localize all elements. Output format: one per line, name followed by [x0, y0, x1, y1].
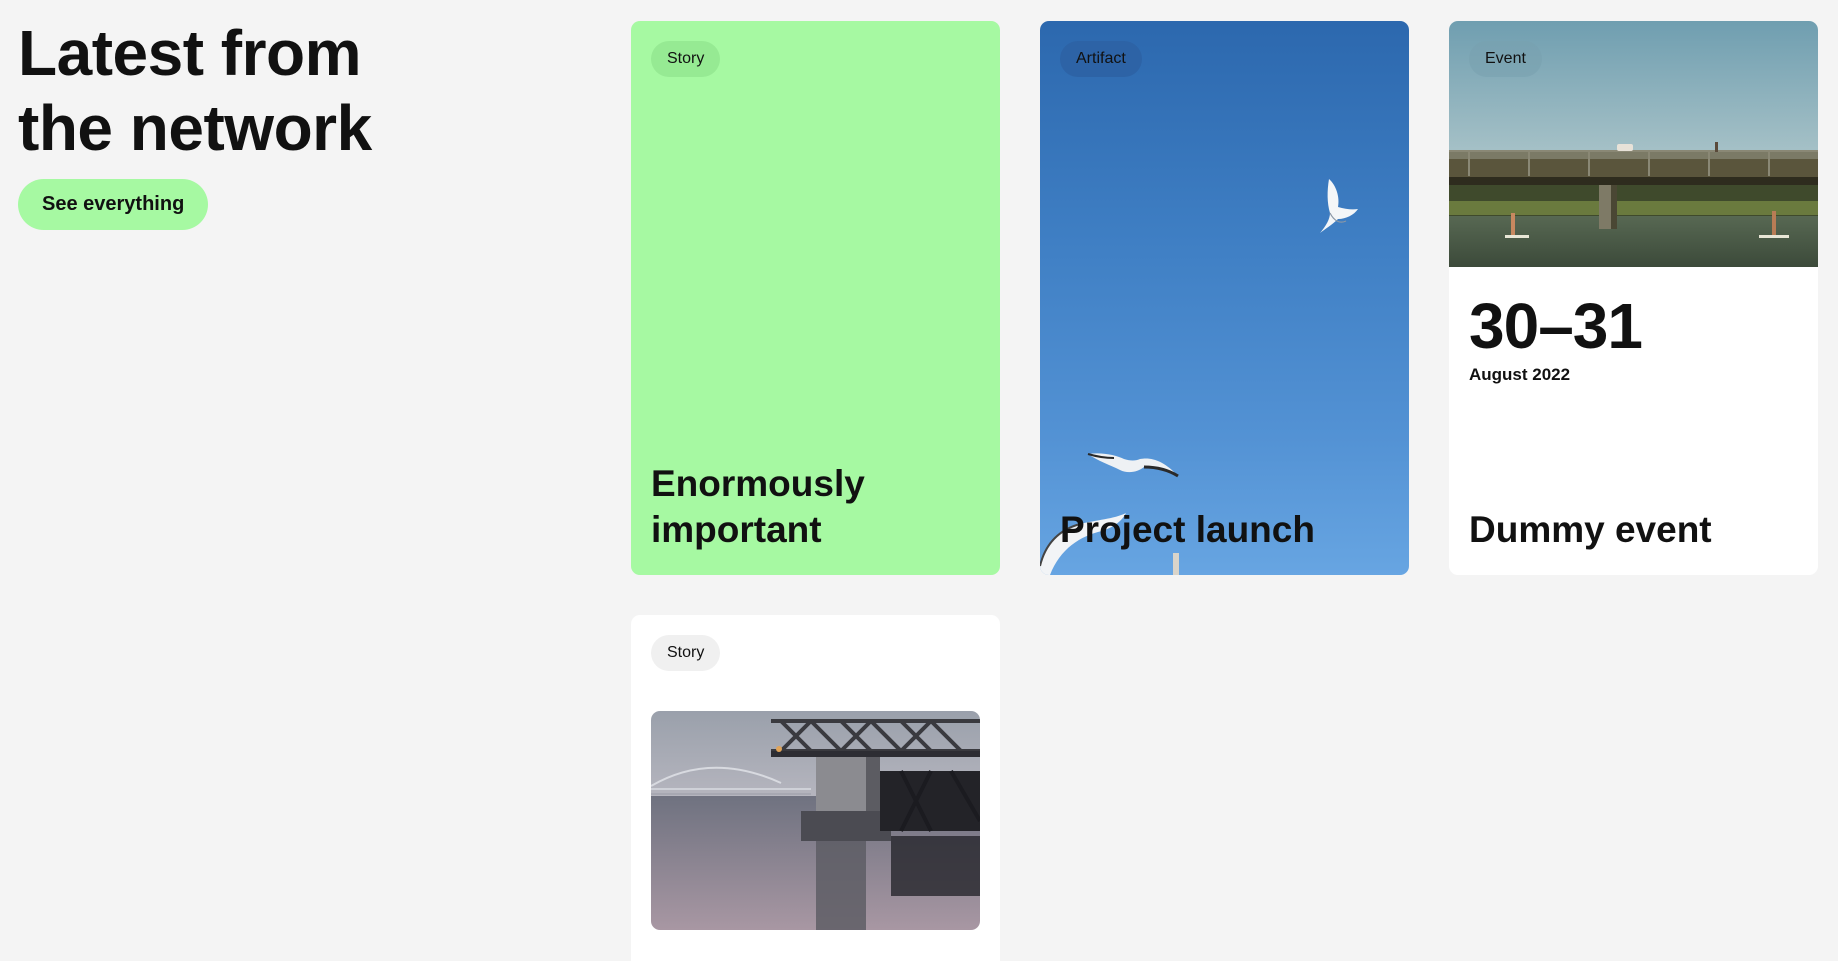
artifact-card-project-launch[interactable]: Artifact Project launch	[1040, 21, 1409, 575]
card-title: Project launch	[1060, 509, 1315, 550]
seagull-middle	[1087, 453, 1179, 478]
tag-story: Story	[651, 41, 721, 77]
seagulls-sky-image	[1040, 179, 1358, 575]
story-card-enormously-important[interactable]: Story Enormously important	[631, 21, 1000, 575]
tag-artifact: Artifact	[1060, 41, 1142, 77]
card-title: Dummy event	[1469, 509, 1712, 550]
event-card-dummy-event[interactable]: Event 30–31 August 2022 Dummy event	[1449, 21, 1818, 575]
tag-story: Story	[651, 635, 721, 671]
event-date-month: August 2022	[1469, 365, 1571, 384]
page-title-line-2: the network	[18, 92, 372, 164]
see-everything-button[interactable]: See everything	[18, 179, 209, 230]
river-bridge-dusk-photo	[651, 711, 980, 930]
page-title-line-1: Latest from	[18, 17, 362, 89]
story-card-bridge[interactable]: Story	[631, 615, 1000, 961]
seagull-top-right	[1320, 179, 1358, 233]
story-photo-frame	[651, 711, 980, 930]
post-shape	[1173, 553, 1179, 575]
card-title-line-1: Enormously	[651, 463, 865, 504]
intro-section: Latest from the network See everything	[18, 16, 538, 230]
card-title-line-2: important	[651, 509, 822, 550]
page-title: Latest from the network	[18, 16, 538, 166]
event-date-range: 30–31	[1469, 290, 1643, 362]
page: Latest from the network See everything S…	[0, 0, 1838, 961]
tag-event: Event	[1469, 41, 1542, 77]
card-title: Enormously important	[651, 461, 980, 553]
